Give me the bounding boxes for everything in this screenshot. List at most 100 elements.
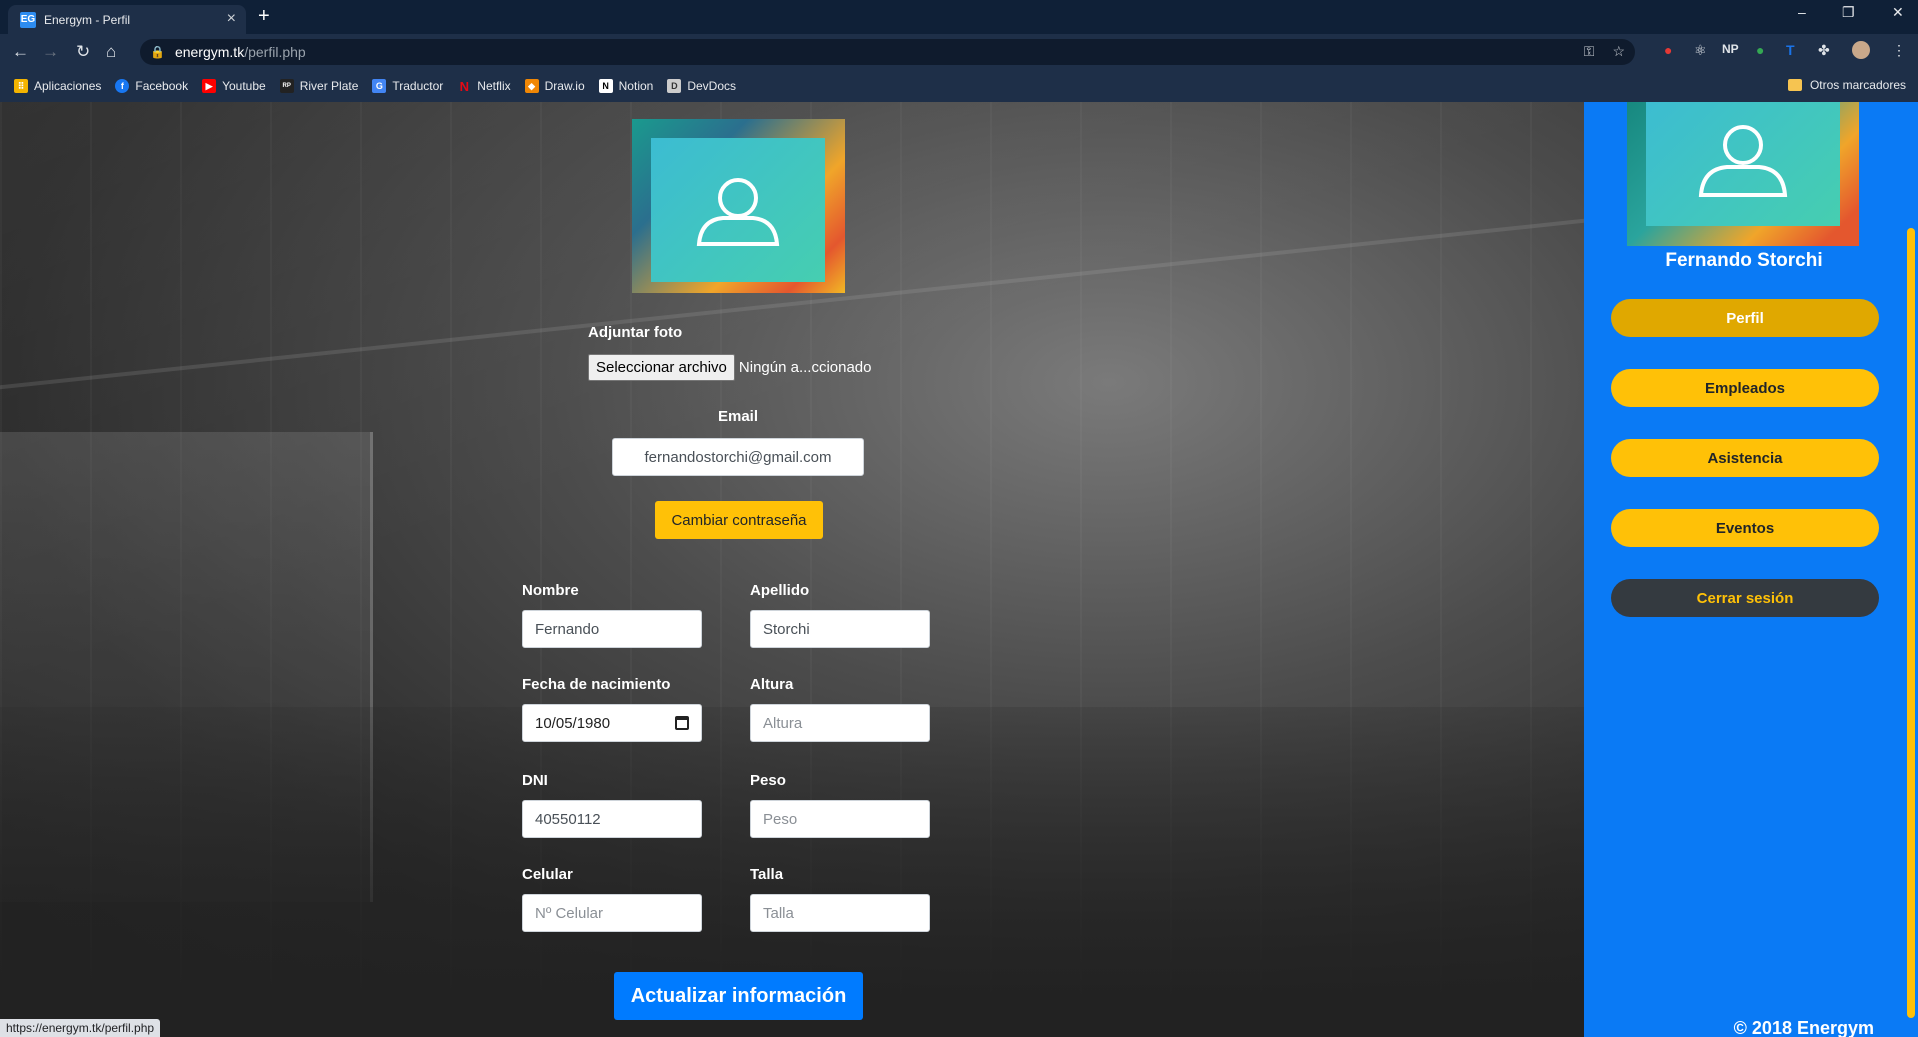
facebook-icon: f [115,79,130,93]
nombre-field[interactable] [522,610,702,648]
celular-field[interactable] [522,894,702,932]
home-icon[interactable]: ⌂ [106,42,116,62]
restore-icon[interactable]: ❐ [1842,4,1855,21]
address-bar: ← → ↻ ⌂ 🔒 energym.tk/perfil.php ⚿ ☆ ● ⚛ … [0,34,1918,70]
email-label: Email [718,408,759,425]
user-icon [696,178,780,246]
sidebar: Fernando Storchi Perfil Empleados Asiste… [1584,102,1904,1037]
bookmark-label: Draw.io [544,79,585,93]
peso-label: Peso [750,772,786,789]
reload-icon[interactable]: ↻ [76,42,90,62]
copyright-footer: © 2018 Energym [1733,1018,1874,1037]
bookmark-devdocs[interactable]: D DevDocs [667,79,736,93]
star-bookmark-icon[interactable]: ☆ [1612,43,1625,60]
file-status-text: Ningún a...ccionado [738,359,872,376]
riverplate-icon: RP [279,79,294,93]
minimize-icon[interactable]: – [1798,4,1806,20]
email-field[interactable] [612,438,864,476]
close-window-icon[interactable]: ✕ [1892,4,1904,21]
apellido-label: Apellido [750,582,810,599]
bookmarks-bar: ⠿ Aplicaciones f Facebook ▶ Youtube RP R… [0,70,1918,102]
youtube-icon: ▶ [202,79,217,93]
url-host: energym.tk [174,44,245,60]
choose-file-button[interactable]: Seleccionar archivo [588,354,735,381]
bookmark-traductor[interactable]: G Traductor [372,79,443,93]
extension-t-icon[interactable]: T [1786,42,1795,58]
apps-grid-icon: ⠿ [14,79,28,93]
bookmark-label: River Plate [299,79,359,93]
extensions-puzzle-icon[interactable]: ✤ [1818,42,1830,59]
peso-field[interactable] [750,800,930,838]
other-bookmarks[interactable]: Otros marcadores [1787,78,1906,92]
close-tab-icon[interactable]: × [227,10,236,28]
energym-favicon-icon: EG [20,11,36,28]
altura-label: Altura [750,676,794,693]
bookmark-label: Facebook [135,79,189,93]
new-tab-icon[interactable]: + [258,5,270,28]
extension-shield-icon[interactable]: ● [1664,42,1672,58]
sidebar-item-empleados[interactable]: Empleados [1611,369,1879,407]
file-upload: Seleccionar archivo Ningún a...ccionado [588,354,872,381]
netflix-icon: N [459,78,469,94]
sidebar-profile-photo [1627,102,1859,246]
forward-arrow-icon[interactable]: → [42,42,59,62]
bookmark-label: Youtube [222,79,266,93]
folder-icon [1787,79,1802,91]
talla-field[interactable] [750,894,930,932]
sidebar-item-asistencia[interactable]: Asistencia [1611,439,1879,477]
calendar-icon[interactable] [675,716,689,730]
bookmark-river-plate[interactable]: RP River Plate [279,79,359,93]
scrollbar[interactable] [1904,102,1918,1037]
page-content: Adjuntar foto Seleccionar archivo Ningún… [0,102,1918,1037]
profile-photo [632,119,845,293]
tab-title: Energym - Perfil [44,12,131,27]
user-icon [1698,125,1788,197]
sidebar-item-eventos[interactable]: Eventos [1611,509,1879,547]
extension-np-icon[interactable]: NP [1722,42,1739,56]
celular-label: Celular [522,866,573,883]
bookmark-youtube[interactable]: ▶ Youtube [202,79,266,93]
fecha-label: Fecha de nacimiento [522,676,671,693]
change-password-button[interactable]: Cambiar contraseña [655,501,823,539]
bookmark-aplicaciones[interactable]: ⠿ Aplicaciones [14,79,101,93]
notion-icon: N [598,79,613,93]
user-name: Fernando Storchi [1665,250,1823,271]
extension-green-icon[interactable]: ● [1756,42,1764,58]
logout-button[interactable]: Cerrar sesión [1611,579,1879,617]
fecha-value: 10/05/1980 [535,714,611,732]
sidebar-item-perfil[interactable]: Perfil [1611,299,1879,337]
back-arrow-icon[interactable]: ← [12,42,29,62]
talla-label: Talla [750,866,784,883]
translate-icon: G [372,79,387,93]
status-url: https://energym.tk/perfil.php [0,1019,161,1037]
dni-label: DNI [522,772,548,789]
altura-field[interactable] [750,704,930,742]
url-path: /perfil.php [244,44,306,60]
fecha-nacimiento-field[interactable]: 10/05/1980 [522,704,702,742]
url-field[interactable]: 🔒 energym.tk/perfil.php ⚿ ☆ [140,39,1635,65]
bookmark-facebook[interactable]: f Facebook [115,79,188,93]
bookmark-netflix[interactable]: N Netflix [457,78,511,94]
drawio-icon: ◆ [524,79,539,93]
menu-dots-icon[interactable]: ⋮ [1892,42,1906,59]
bookmark-label: Netflix [477,79,511,93]
bookmark-label: Notion [618,79,654,93]
bookmark-notion[interactable]: N Notion [598,79,654,93]
other-bookmarks-label: Otros marcadores [1809,78,1906,92]
bookmark-label: Traductor [392,79,444,93]
lock-icon[interactable]: 🔒 [150,45,165,59]
browser-titlebar: EG Energym - Perfil × + – ❐ ✕ [0,0,1918,34]
devdocs-icon: D [667,79,682,93]
dni-field[interactable] [522,800,702,838]
bookmark-label: Aplicaciones [34,79,102,93]
scrollbar-thumb[interactable] [1907,228,1915,1018]
browser-tab[interactable]: EG Energym - Perfil × [8,5,246,34]
bookmark-drawio[interactable]: ◆ Draw.io [524,79,585,93]
update-info-button[interactable]: Actualizar información [614,972,863,1020]
apellido-field[interactable] [750,610,930,648]
photo-label: Adjuntar foto [588,324,683,341]
nombre-label: Nombre [522,582,579,599]
key-icon[interactable]: ⚿ [1584,43,1595,60]
extension-react-icon[interactable]: ⚛ [1694,42,1707,59]
profile-avatar[interactable] [1852,41,1870,59]
